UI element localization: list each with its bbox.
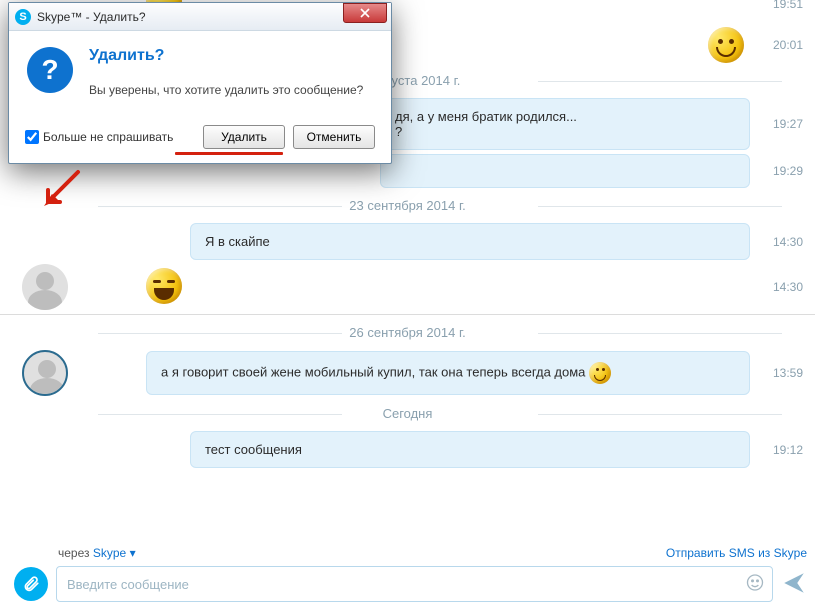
message-bubble[interactable] [380, 154, 750, 188]
dont-ask-checkbox-input[interactable] [25, 130, 39, 144]
message-input[interactable] [56, 566, 773, 602]
message-time: 14:30 [750, 280, 815, 294]
attach-button[interactable] [14, 567, 48, 601]
message-time: 13:59 [750, 366, 815, 380]
annotation-arrow-icon [38, 168, 84, 217]
message-time: 20:01 [750, 38, 815, 52]
message-bubble[interactable]: тест сообщения [190, 431, 750, 468]
delete-button[interactable]: Удалить [203, 125, 285, 149]
emoji-laugh-icon [146, 268, 182, 304]
avatar[interactable] [22, 264, 68, 310]
via-skype-link[interactable]: Skype [93, 546, 126, 560]
message-time: 19:51 [750, 0, 815, 11]
date-separator: 23 сентября 2014 г. [0, 198, 815, 213]
dialog-heading: Удалить? [89, 47, 363, 65]
input-bar: через Skype ▾ Отправить SMS из Skype [0, 538, 823, 612]
message-bubble[interactable]: Я в скайпе [190, 223, 750, 260]
message-time: 14:30 [750, 235, 815, 249]
delete-dialog: S Skype™ - Удалить? ? Удалить? Вы уверен… [8, 2, 392, 164]
message-bubble[interactable]: дя, а у меня братик родился... ? [380, 98, 750, 150]
via-label: через Skype ▾ [58, 546, 136, 560]
annotation-underline [175, 152, 283, 155]
dialog-titlebar[interactable]: S Skype™ - Удалить? [9, 3, 391, 31]
message-bubble[interactable]: а я говорит своей жене мобильный купил, … [146, 351, 750, 395]
close-icon [359, 8, 371, 18]
question-icon: ? [27, 47, 73, 93]
close-button[interactable] [343, 3, 387, 23]
emoji-smile-icon [589, 362, 611, 384]
dialog-title: Skype™ - Удалить? [37, 10, 343, 24]
emoji-picker-button[interactable] [745, 573, 765, 596]
dialog-body-text: Вы уверены, что хотите удалить это сообщ… [89, 83, 363, 97]
message-text: а я говорит своей жене мобильный купил, … [161, 364, 589, 379]
emoji-smile-icon [708, 27, 744, 63]
message-time: 19:27 [750, 117, 815, 131]
date-separator: 26 сентября 2014 г. [0, 325, 815, 340]
date-separator: Сегодня [0, 406, 815, 421]
message-time: 19:29 [750, 164, 815, 178]
cancel-button[interactable]: Отменить [293, 125, 375, 149]
skype-logo-icon: S [15, 9, 31, 25]
dont-ask-checkbox[interactable]: Больше не спрашивать [25, 130, 195, 144]
avatar[interactable] [22, 350, 68, 396]
message-time: 19:12 [750, 443, 815, 457]
send-sms-link[interactable]: Отправить SMS из Skype [666, 546, 807, 560]
send-button[interactable] [781, 570, 809, 598]
dont-ask-label: Больше не спрашивать [43, 130, 173, 144]
